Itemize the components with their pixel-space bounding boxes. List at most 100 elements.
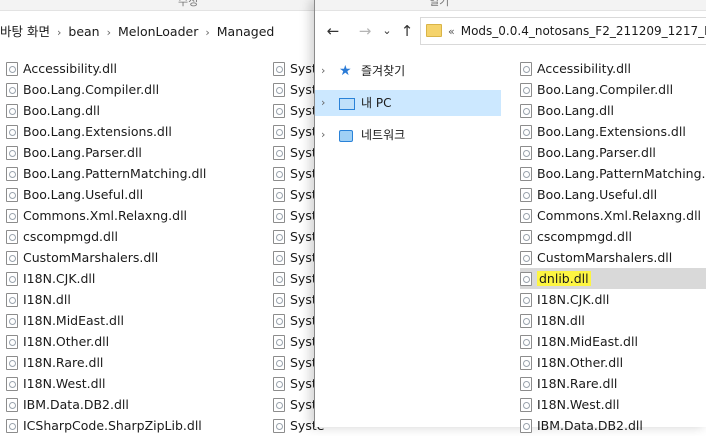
file-item[interactable]: I18N.CJK.dll — [520, 289, 706, 310]
file-item[interactable]: I18N.Other.dll — [6, 331, 206, 352]
dll-file-icon — [520, 167, 532, 181]
file-name: Boo.Lang.Compiler.dll — [537, 82, 674, 97]
chevron-right-icon[interactable]: › — [321, 58, 325, 84]
file-item[interactable]: I18N.West.dll — [520, 394, 706, 415]
file-item[interactable]: I18N.Rare.dll — [6, 352, 206, 373]
dll-file-icon — [520, 125, 532, 139]
file-item[interactable]: I18N.CJK.dll — [6, 268, 206, 289]
ribbon-label[interactable]: 열기 — [429, 0, 449, 9]
file-list-column-1: Accessibility.dll Boo.Lang.Compiler.dll Bo… — [6, 58, 206, 436]
pc-icon — [339, 98, 355, 110]
dll-file-icon — [6, 209, 18, 223]
dll-file-icon — [6, 188, 18, 202]
file-item[interactable]: Accessibility.dll — [520, 58, 706, 79]
file-item[interactable]: I18N.MidEast.dll — [520, 331, 706, 352]
file-item[interactable]: CustomMarshalers.dll — [6, 247, 206, 268]
file-name: cscompmgd.dll — [537, 229, 632, 244]
file-item[interactable]: Boo.Lang.Extensions.dll — [6, 121, 206, 142]
nav-item-favorites[interactable]: › ★ 즐겨찾기 — [315, 58, 505, 84]
breadcrumb-item[interactable]: bean — [68, 24, 99, 39]
file-item[interactable]: dnlib.dll — [520, 268, 706, 289]
file-item[interactable]: Commons.Xml.Relaxng.dll — [6, 205, 206, 226]
file-item[interactable]: IBM.Data.DB2.dll — [520, 415, 706, 436]
dll-file-icon — [273, 146, 285, 160]
file-item[interactable]: Boo.Lang.Compiler.dll — [520, 79, 706, 100]
chevrons-icon[interactable]: « — [448, 25, 455, 38]
file-item[interactable]: Boo.Lang.dll — [6, 100, 206, 121]
ribbon-strip: 수정 — [0, 0, 320, 11]
dll-file-icon — [273, 230, 285, 244]
file-item[interactable]: Boo.Lang.Parser.dll — [520, 142, 706, 163]
dll-file-icon — [6, 104, 18, 118]
dll-file-icon — [6, 398, 18, 412]
ribbon-label[interactable]: 수정 — [178, 0, 198, 9]
ribbon-strip: 열기 — [315, 0, 706, 11]
address-bar[interactable]: « Mods_0.0.4_notosans_F2_211209_1217_Melo… — [420, 17, 706, 45]
file-name: Boo.Lang.Compiler.dll — [23, 82, 160, 97]
dll-file-icon — [273, 62, 285, 76]
back-arrow-icon[interactable]: ← — [323, 21, 343, 41]
file-name: CustomMarshalers.dll — [537, 250, 673, 265]
file-name: I18N.Rare.dll — [537, 376, 618, 391]
dll-file-icon — [273, 419, 285, 433]
dll-file-icon — [273, 398, 285, 412]
dll-file-icon — [273, 251, 285, 265]
nav-item-this-pc[interactable]: › 내 PC — [315, 90, 501, 116]
dll-file-icon — [6, 293, 18, 307]
file-item[interactable]: Boo.Lang.Useful.dll — [520, 184, 706, 205]
breadcrumb-item[interactable]: MelonLoader — [118, 24, 198, 39]
breadcrumb: 바탕 화면 › bean › MelonLoader › Managed — [0, 20, 274, 44]
breadcrumb-item[interactable]: 바탕 화면 — [0, 24, 50, 39]
chevron-down-icon[interactable]: ⌄ — [377, 21, 397, 41]
file-item[interactable]: cscompmgd.dll — [520, 226, 706, 247]
file-item[interactable]: Boo.Lang.Parser.dll — [6, 142, 206, 163]
dll-file-icon — [520, 419, 532, 433]
file-name: Accessibility.dll — [23, 61, 117, 76]
file-item[interactable]: Boo.Lang.Useful.dll — [6, 184, 206, 205]
file-item[interactable]: I18N.dll — [6, 289, 206, 310]
file-item[interactable]: I18N.MidEast.dll — [6, 310, 206, 331]
file-item[interactable]: CustomMarshalers.dll — [520, 247, 706, 268]
nav-item-label: 네트워크 — [361, 128, 406, 142]
nav-item-label: 내 PC — [361, 96, 392, 110]
dll-file-icon — [520, 104, 532, 118]
file-item[interactable]: I18N.Rare.dll — [520, 373, 706, 394]
file-item[interactable]: ICSharpCode.SharpZipLib.dll — [6, 415, 206, 436]
background-explorer-window: 수정 바탕 화면 › bean › MelonLoader › Managed Access… — [0, 0, 324, 433]
nav-item-network[interactable]: › 네트워크 — [315, 122, 505, 148]
navigation-pane: › ★ 즐겨찾기 › 내 PC › 네트워크 — [315, 58, 505, 154]
file-item[interactable]: I18N.Other.dll — [520, 352, 706, 373]
file-item[interactable]: Boo.Lang.Compiler.dll — [6, 79, 206, 100]
file-name: Commons.Xml.Relaxng.dll — [23, 208, 188, 223]
dll-file-icon — [273, 104, 285, 118]
star-icon: ★ — [339, 63, 352, 79]
dll-file-icon — [520, 398, 532, 412]
file-item[interactable]: I18N.West.dll — [6, 373, 206, 394]
file-item[interactable]: Accessibility.dll — [6, 58, 206, 79]
file-name: Boo.Lang.dll — [23, 103, 100, 118]
dll-file-icon — [520, 251, 532, 265]
dll-file-icon — [520, 293, 532, 307]
file-item[interactable]: Boo.Lang.PatternMatching.dll — [520, 163, 706, 184]
file-item[interactable]: Boo.Lang.Extensions.dll — [520, 121, 706, 142]
file-name: IBM.Data.DB2.dll — [537, 418, 643, 433]
chevron-right-icon[interactable]: › — [321, 122, 325, 148]
dll-file-icon — [520, 62, 532, 76]
file-name: I18N.West.dll — [23, 376, 106, 391]
file-item[interactable]: I18N.dll — [520, 310, 706, 331]
file-item[interactable]: Boo.Lang.PatternMatching.dll — [6, 163, 206, 184]
up-arrow-icon[interactable]: ↑ — [397, 21, 417, 41]
dll-file-icon — [6, 272, 18, 286]
file-item[interactable]: cscompmgd.dll — [6, 226, 206, 247]
breadcrumb-item[interactable]: Managed — [217, 24, 275, 39]
file-name: I18N.CJK.dll — [23, 271, 96, 286]
file-item[interactable]: Boo.Lang.dll — [520, 100, 706, 121]
dll-file-icon — [6, 314, 18, 328]
file-item[interactable]: IBM.Data.DB2.dll — [6, 394, 206, 415]
forward-arrow-icon[interactable]: → — [355, 21, 375, 41]
dll-file-icon — [273, 83, 285, 97]
file-name: I18N.MidEast.dll — [537, 334, 638, 349]
file-item[interactable]: Commons.Xml.Relaxng.dll — [520, 205, 706, 226]
chevron-right-icon[interactable]: › — [321, 90, 325, 116]
file-name: ICSharpCode.SharpZipLib.dll — [23, 418, 202, 433]
